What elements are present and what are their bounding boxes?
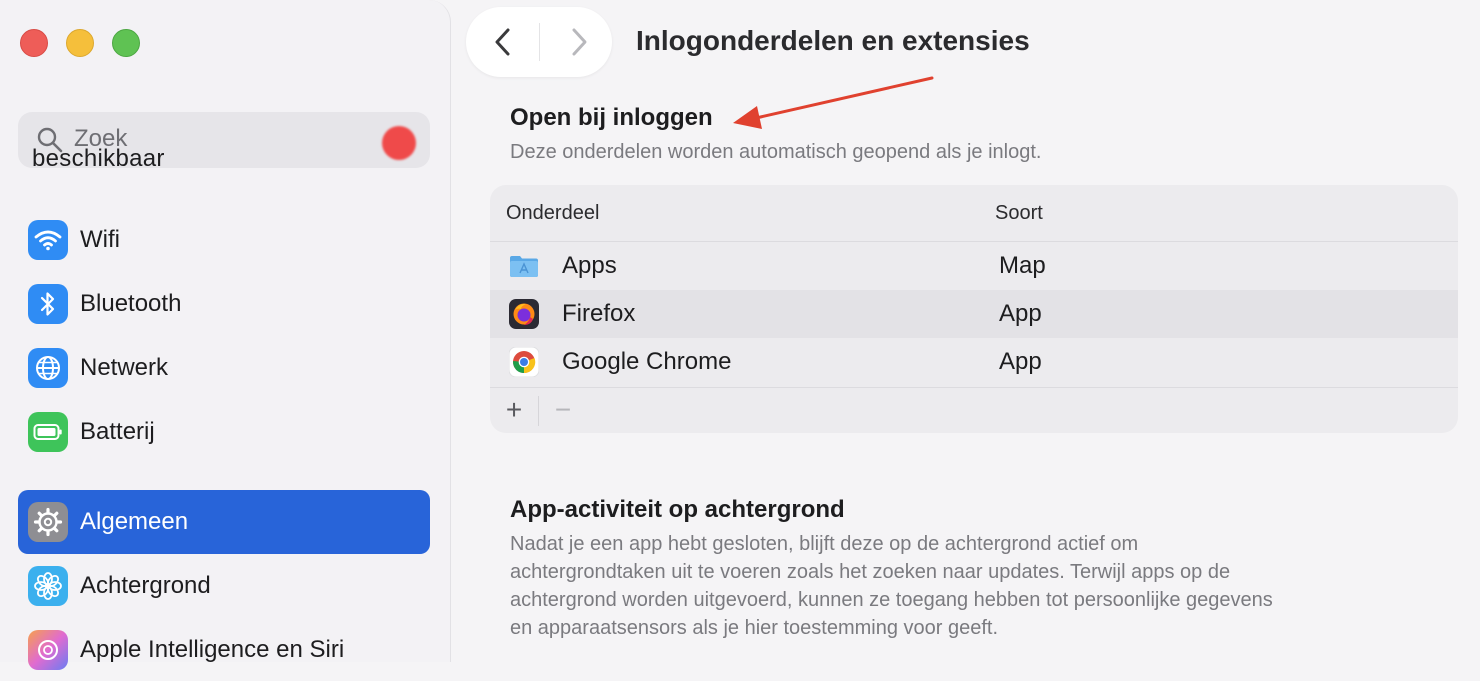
section-subtitle-open-at-login: Deze onderdelen worden automatisch geope…	[510, 141, 1042, 163]
sidebar-item-label: Algemeen	[80, 508, 189, 535]
main-content: Inlogonderdelen en extensies Open bij in…	[451, 0, 1480, 662]
battery-icon	[28, 412, 68, 452]
zoom-window-button[interactable]	[112, 29, 140, 57]
sidebar-item-label: Achtergrond	[80, 572, 211, 599]
sidebar-item-wallpaper[interactable]: Achtergrond	[18, 555, 430, 617]
firefox-icon	[509, 299, 539, 329]
sidebar-item-battery[interactable]: Batterij	[18, 401, 430, 463]
row-name: Google Chrome	[562, 348, 732, 375]
background-description-line-2: achtergrondtaken uit te voeren zoals het…	[510, 561, 1231, 583]
table-footer: + −	[490, 387, 1458, 433]
remove-login-item-button[interactable]: −	[552, 394, 574, 426]
sidebar-item-network[interactable]: Netwerk	[18, 337, 430, 399]
sidebar-item-wifi[interactable]: Wifi	[18, 209, 430, 271]
login-items-table: Onderdeel Soort Apps Map Firefox App Goo…	[490, 185, 1458, 433]
sidebar-item-apple-intelligence-siri[interactable]: Apple Intelligence en Siri	[18, 619, 430, 681]
minimize-window-button[interactable]	[66, 29, 94, 57]
siri-icon	[28, 630, 68, 670]
table-row[interactable]: Apps Map	[490, 242, 1458, 290]
footer-separator	[538, 396, 539, 426]
sidebar-item-bluetooth[interactable]: Bluetooth	[18, 273, 430, 335]
table-row[interactable]: Google Chrome App	[490, 338, 1458, 386]
gear-icon	[28, 502, 68, 542]
bluetooth-icon	[28, 284, 68, 324]
sidebar-item-label: Batterij	[80, 418, 155, 445]
folder-icon	[510, 256, 538, 277]
section-title-background-activity: App-activiteit op achtergrond	[510, 496, 845, 523]
row-kind: App	[999, 348, 1042, 375]
table-header: Onderdeel Soort	[490, 185, 1458, 242]
sidebar-item-label: Bluetooth	[80, 290, 182, 317]
row-name: Apps	[562, 252, 617, 279]
update-banner-text: beschikbaar	[32, 145, 165, 172]
row-kind: App	[999, 300, 1042, 327]
sidebar-item-label: Wifi	[80, 226, 120, 253]
wifi-icon	[28, 220, 68, 260]
background-description-line-4: en apparaatsensors als je hier toestemmi…	[510, 617, 999, 639]
window-controls	[20, 29, 140, 57]
add-login-item-button[interactable]: +	[503, 394, 525, 426]
sidebar-item-label: Netwerk	[80, 354, 169, 381]
table-row[interactable]: Firefox App	[490, 290, 1458, 338]
sidebar-item-general[interactable]: Algemeen	[18, 490, 430, 554]
background-description-line-1: Nadat je een app hebt gesloten, blijft d…	[510, 533, 1139, 555]
row-name: Firefox	[562, 300, 636, 327]
notification-badge	[382, 126, 416, 160]
section-title-open-at-login: Open bij inloggen	[510, 104, 713, 131]
sidebar: Zoek beschikbaar Wifi Bluetooth Netwerk …	[0, 0, 451, 670]
flower-icon	[28, 566, 68, 606]
column-header-item[interactable]: Onderdeel	[506, 202, 599, 225]
chrome-icon	[509, 347, 539, 377]
globe-icon	[28, 348, 68, 388]
background-description-line-3: achtergrond worden uitgevoerd, kunnen ze…	[510, 589, 1273, 611]
column-header-kind[interactable]: Soort	[995, 202, 1043, 225]
sidebar-item-label: Apple Intelligence en Siri	[80, 636, 345, 663]
row-kind: Map	[999, 252, 1046, 279]
close-window-button[interactable]	[20, 29, 48, 57]
